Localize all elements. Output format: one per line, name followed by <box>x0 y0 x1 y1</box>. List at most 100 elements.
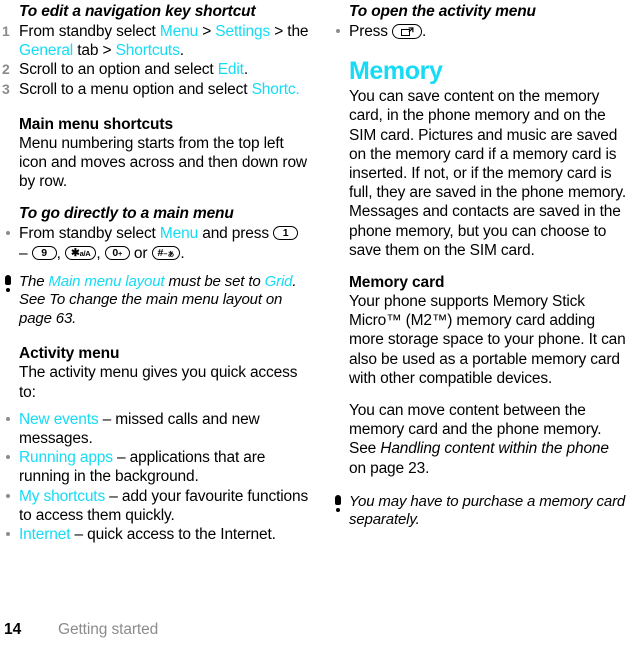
arrow-out-icon <box>408 26 414 32</box>
plain-text: , <box>56 244 65 262</box>
bullet-dot <box>6 455 10 460</box>
activity-menu-list: New events – missed calls and new messag… <box>0 410 310 544</box>
ui-reference: Shortcuts <box>115 42 180 60</box>
phone-key-superscript: a/A <box>79 248 91 258</box>
phone-key-superscript: –ぁ <box>163 248 175 258</box>
heading-memory: Memory <box>349 57 443 86</box>
step-number: 2 <box>2 61 10 78</box>
plain-text: > the <box>270 23 309 40</box>
note-main-menu-layout: The Main menu layout must be set to Grid… <box>0 273 310 329</box>
step-item: 2 Scroll to an option and select Edit. <box>0 60 310 79</box>
phone-key-0: 0+ <box>104 245 130 260</box>
page-number: 14 <box>4 621 22 638</box>
bullet-dot <box>6 531 10 536</box>
right-column: To open the activity menu Press . Memory… <box>318 0 636 600</box>
bullet-dot <box>336 29 340 33</box>
heading-main-menu-shortcuts: Main menu shortcuts <box>19 115 173 133</box>
open-activity-menu-bullets: Press . <box>330 22 628 41</box>
plain-text: or <box>129 244 152 262</box>
ui-reference: Grid <box>264 272 293 290</box>
go-directly-bullets: From standby select Menu and press 1 – 9… <box>0 224 310 262</box>
heading-activity-menu: Activity menu <box>19 345 120 363</box>
plain-text: Scroll to a menu option and select <box>19 80 252 98</box>
paragraph-memory-card: Your phone supports Memory Stick Micro™ … <box>349 293 626 387</box>
step-text: Scroll to a menu option and select Short… <box>19 81 300 98</box>
phone-key-✱: ✱a/A <box>64 245 97 260</box>
note-text: You may have to purchase a memory card s… <box>349 492 626 529</box>
step-number: 1 <box>2 23 10 39</box>
plain-text: From standby select <box>19 225 160 243</box>
plain-text: From standby select <box>19 23 160 40</box>
activity-item-label: New events <box>19 410 99 428</box>
bullet-dot <box>6 231 10 236</box>
plain-text: Scroll to an option and select <box>19 61 218 79</box>
activity-item-label: Internet <box>19 525 71 543</box>
plain-text: > <box>198 23 216 40</box>
activity-item-desc: – quick access to the Internet. <box>70 525 276 543</box>
plain-text: tab > <box>73 42 116 60</box>
step-text: Scroll to an option and select Edit. <box>19 61 248 78</box>
heading-memory-card: Memory card <box>349 274 445 292</box>
paragraph-memory: You can save content on the memory card,… <box>349 88 627 259</box>
phone-key-#: #–ぁ <box>151 245 181 260</box>
ui-reference: Settings <box>215 23 271 40</box>
list-item: My shortcuts – add your favourite functi… <box>0 487 310 525</box>
go-directly-text: From standby select Menu and press 1 – 9… <box>19 225 299 262</box>
phone-key-superscript: + <box>118 248 123 258</box>
plain-text: . <box>180 244 185 262</box>
ui-reference: Shortc. <box>251 80 300 98</box>
plain-text: and press <box>198 225 274 243</box>
paragraph-move-content: You can move content between the memory … <box>349 401 628 478</box>
phone-key-9: 9 <box>31 245 57 260</box>
italic-reference: Handling content within the phone <box>380 440 609 458</box>
exclamation-note-icon <box>3 274 12 292</box>
footer-section-label: Getting started <box>58 621 159 638</box>
bullet-dot <box>6 416 10 421</box>
plain-text: . <box>243 61 248 79</box>
list-item: Running apps – applications that are run… <box>0 448 310 486</box>
ui-reference: Menu <box>159 225 199 243</box>
procedure-heading-edit-shortcut: To edit a navigation key shortcut <box>19 3 256 20</box>
plain-text: The <box>19 272 49 290</box>
ui-reference: Main menu layout <box>48 272 165 290</box>
activity-menu-key-icon <box>392 24 423 39</box>
ui-reference: Menu <box>159 23 199 40</box>
note-purchase-memory-card: You may have to purchase a memory card s… <box>330 493 628 530</box>
plain-text: , <box>96 244 105 262</box>
paragraph-activity-menu: The activity menu gives you quick access… <box>19 364 298 401</box>
procedure-heading-open-activity-menu: To open the activity menu <box>349 3 536 20</box>
phone-key-1: 1 <box>273 226 299 241</box>
step-number: 3 <box>2 80 10 97</box>
ui-reference: Edit <box>217 61 244 79</box>
manual-page: To edit a navigation key shortcut 1 From… <box>0 0 637 653</box>
activity-item-label: Running apps <box>19 449 113 467</box>
step-text: From standby select Menu > Settings > th… <box>19 23 309 60</box>
plain-text: – <box>19 244 32 262</box>
ui-reference: General <box>19 42 74 60</box>
left-column: To edit a navigation key shortcut 1 From… <box>0 0 318 600</box>
activity-item-label: My shortcuts <box>19 487 106 505</box>
edit-shortcut-steps: 1 From standby select Menu > Settings > … <box>0 22 310 99</box>
plain-text: on page 23. <box>349 459 430 477</box>
plain-text: must be set to <box>164 272 265 290</box>
exclamation-note-icon <box>333 494 342 512</box>
press-label: Press <box>349 23 393 40</box>
list-item: Press . <box>330 22 628 41</box>
paragraph-main-menu-shortcuts: Menu numbering starts from the top left … <box>19 134 307 191</box>
list-item: From standby select Menu and press 1 – 9… <box>0 224 310 262</box>
note-text: The Main menu layout must be set to Grid… <box>19 272 297 327</box>
step-item: 1 From standby select Menu > Settings > … <box>0 22 310 60</box>
procedure-heading-go-directly: To go directly to a main menu <box>19 205 234 223</box>
step-item: 3 Scroll to a menu option and select Sho… <box>0 80 310 99</box>
bullet-dot <box>6 493 10 498</box>
list-item: Internet – quick access to the Internet. <box>0 525 310 544</box>
